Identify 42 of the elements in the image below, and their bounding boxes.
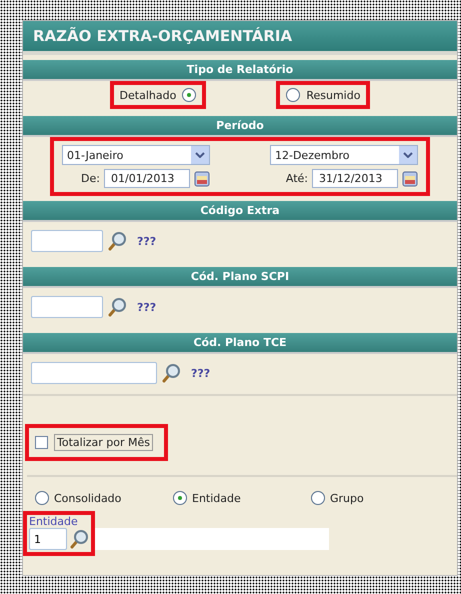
radio-label[interactable]: Entidade [192, 492, 241, 504]
section-header: Período [23, 116, 457, 137]
calendar-icon[interactable] [402, 170, 418, 186]
field-label: Até: [286, 172, 308, 185]
code-field[interactable] [31, 230, 103, 252]
radio-button[interactable] [182, 88, 196, 102]
radio-label[interactable]: Detalhado [120, 88, 176, 102]
search-icon[interactable] [69, 529, 89, 549]
description-text: ??? [137, 300, 156, 314]
radio-button[interactable] [286, 88, 300, 102]
month-dropdown[interactable]: 12-Dezembro [270, 145, 418, 165]
section-header: Cód. Plano SCPI [23, 267, 457, 288]
radio-button[interactable] [173, 491, 187, 505]
window-title: RAZÃO EXTRA-ORÇAMENTÁRIA [23, 21, 457, 55]
radio-button[interactable] [311, 491, 325, 505]
date-field[interactable]: 01/01/2013 [104, 169, 190, 188]
month-dropdown[interactable]: 01-Janeiro [62, 145, 210, 165]
code-field[interactable] [31, 296, 103, 318]
description-text: ??? [137, 234, 156, 248]
chevron-icon [403, 152, 413, 158]
chevron-icon [195, 152, 205, 158]
radio-label[interactable]: Grupo [330, 492, 364, 504]
section-header: Código Extra [23, 201, 457, 222]
date-field[interactable]: 31/12/2013 [312, 169, 398, 188]
search-icon[interactable] [161, 363, 181, 383]
checkbox[interactable] [35, 436, 48, 449]
radio-label[interactable]: Consolidado [54, 492, 122, 504]
field-label: Entidade [29, 515, 78, 528]
checkbox-label[interactable]: Totalizar por Mês [54, 434, 154, 451]
section-header: Cód. Plano TCE [23, 333, 457, 354]
calendar-icon[interactable] [194, 170, 210, 186]
section-header: Tipo de Relatório [23, 60, 457, 81]
code-field[interactable] [31, 362, 157, 384]
search-icon[interactable] [107, 231, 127, 251]
dropdown-button[interactable] [399, 146, 417, 164]
dropdown-button[interactable] [191, 146, 209, 164]
radio-label[interactable]: Resumido [306, 88, 360, 102]
search-icon[interactable] [107, 297, 127, 317]
entity-field[interactable]: 1 [29, 528, 67, 550]
radio-button[interactable] [35, 491, 49, 505]
description-text: ??? [191, 366, 210, 380]
field-label: De: [81, 172, 100, 185]
